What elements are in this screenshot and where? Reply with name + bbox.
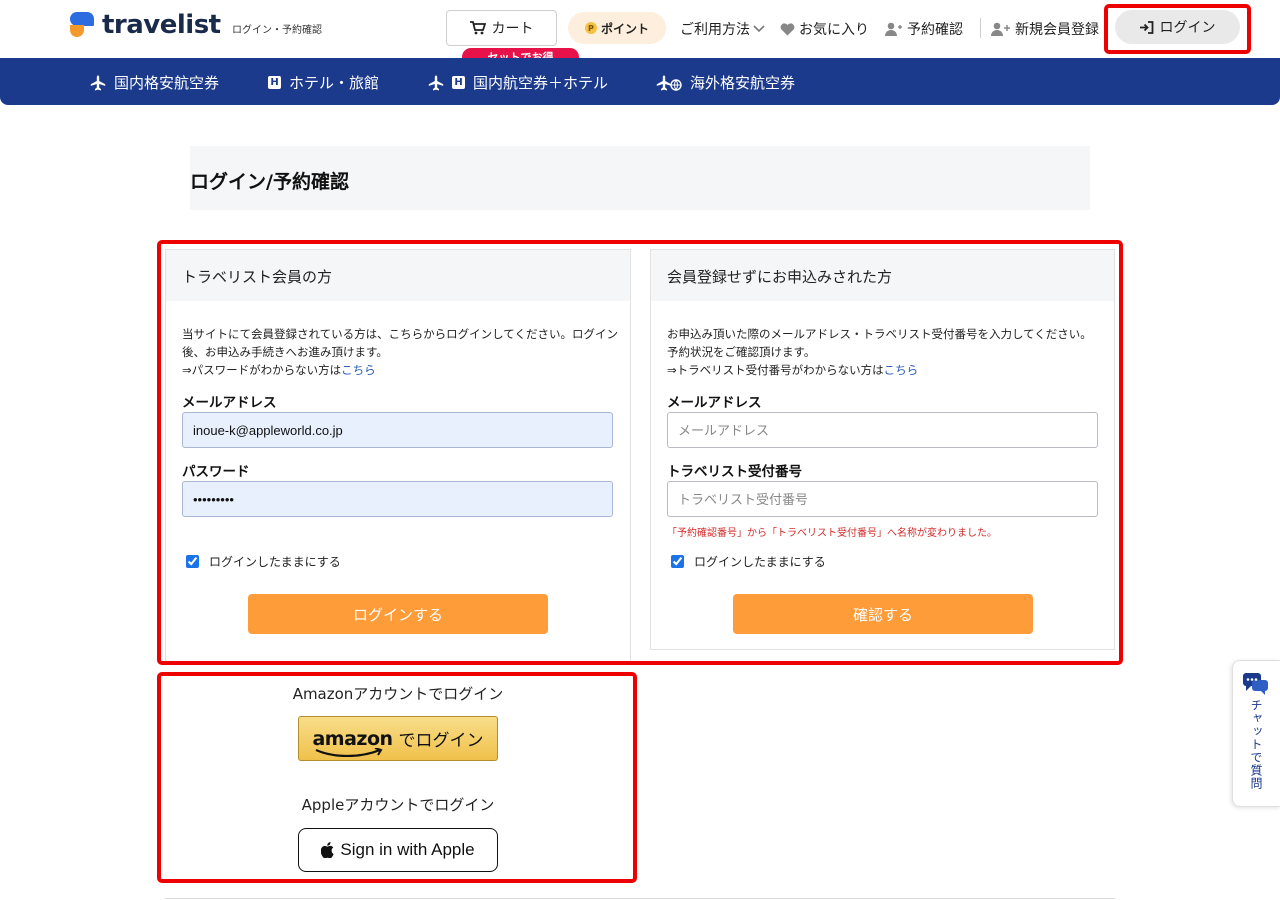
logo-text: travelist — [102, 10, 221, 40]
signup-link[interactable]: 新規会員登録 — [991, 19, 1099, 39]
point-label: ポイント — [600, 21, 649, 36]
signup-label: 新規会員登録 — [1015, 22, 1099, 38]
user-plus-icon — [991, 22, 1011, 36]
usage-menu[interactable]: ご利用方法 — [680, 19, 765, 39]
chevron-down-icon — [753, 25, 765, 33]
category-nav: 国内格安航空券 H ホテル・旅館 H 国内航空券＋ホテル 海外格安航空券 — [0, 58, 1280, 105]
airplane-icon — [428, 75, 444, 91]
header-divider — [980, 18, 981, 38]
airplane-globe-icon — [656, 75, 682, 91]
bottom-divider — [165, 898, 1115, 899]
user-check-icon — [885, 22, 903, 36]
favorites-label: お気に入り — [799, 22, 869, 38]
reservation-link[interactable]: 予約確認 — [885, 19, 963, 39]
cart-label: カート — [491, 21, 534, 37]
cart-icon — [469, 21, 486, 35]
airplane-icon — [90, 75, 106, 91]
favorites-link[interactable]: お気に入り — [780, 19, 869, 39]
nav-overseas-flights-label: 海外格安航空券 — [690, 74, 796, 92]
nav-flight-hotel[interactable]: H 国内航空券＋ホテル — [428, 72, 608, 93]
nav-overseas-flights[interactable]: 海外格安航空券 — [656, 72, 795, 93]
heart-icon — [780, 22, 795, 36]
chat-bubble-icon — [1243, 673, 1268, 695]
chat-label: チャットで質問 — [1249, 699, 1263, 790]
annotation-header-login — [1104, 4, 1251, 54]
reservation-label: 予約確認 — [907, 22, 963, 38]
nav-hotels-label: ホテル・旅館 — [289, 74, 380, 92]
point-button[interactable]: P ポイント — [568, 12, 666, 44]
annotation-login-forms — [157, 240, 1123, 665]
page-title-box: ログイン/予約確認 — [190, 146, 1090, 210]
travelist-logo[interactable]: travelist — [70, 10, 221, 40]
annotation-social-logins — [157, 672, 637, 883]
cart-button[interactable]: カート — [446, 10, 557, 46]
logo-mark-icon — [70, 12, 96, 38]
nav-domestic-flights[interactable]: 国内格安航空券 — [90, 72, 219, 93]
point-coin-icon: P — [584, 22, 597, 34]
nav-hotels[interactable]: H ホテル・旅館 — [268, 72, 379, 93]
nav-domestic-flights-label: 国内格安航空券 — [114, 74, 220, 92]
page-title: ログイン/予約確認 — [190, 171, 349, 193]
header-subtitle: ログイン・予約確認 — [232, 25, 322, 36]
usage-label: ご利用方法 — [680, 22, 750, 38]
site-header: travelist ログイン・予約確認 カート セットでお得 P ポイント ご利… — [0, 0, 1280, 66]
chat-widget[interactable]: チャットで質問 — [1232, 660, 1280, 807]
hotel-icon: H — [268, 76, 281, 89]
hotel-icon: H — [452, 76, 465, 89]
nav-flight-hotel-label: 国内航空券＋ホテル — [473, 74, 609, 92]
